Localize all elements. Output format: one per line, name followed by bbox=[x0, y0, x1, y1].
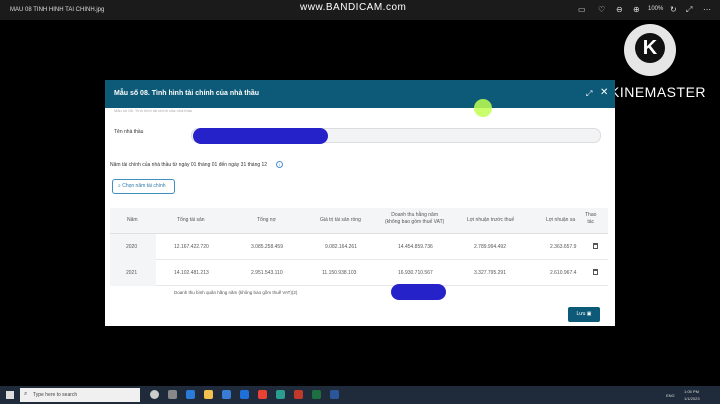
fit-icon[interactable]: ⤢ bbox=[686, 5, 692, 15]
mail-icon[interactable] bbox=[240, 390, 249, 399]
zoom-in-icon[interactable]: ⊕ bbox=[633, 5, 640, 14]
redacted-scribble bbox=[391, 284, 446, 300]
col-total-assets: Tổng tài sản bbox=[177, 217, 205, 223]
language-indicator[interactable]: ENG bbox=[666, 393, 675, 398]
col-year: Năm bbox=[127, 217, 138, 223]
task-view-icon[interactable] bbox=[168, 390, 177, 399]
contractor-name-label: Tên nhà thầu bbox=[114, 129, 144, 135]
save-icon: ▣ bbox=[586, 311, 592, 317]
choose-fiscal-year-button[interactable]: ⌕ Chọn năm tài chính bbox=[112, 179, 175, 194]
financial-table: Năm Tổng tài sản Tổng nợ Giá trị tài sản… bbox=[110, 208, 608, 302]
app-icon[interactable] bbox=[294, 390, 303, 399]
cell-total-assets: 12.167.422.720 bbox=[174, 244, 209, 250]
cell-aftertax-profit: 2.363.657.9 bbox=[550, 244, 577, 250]
viewer-title-bar: MAU 08 TINH HINH TAI CHINH.jpg www.BANDI… bbox=[0, 0, 720, 20]
taskbar-search[interactable]: ⌕ Type here to search bbox=[20, 388, 140, 402]
file-explorer-icon[interactable] bbox=[204, 390, 213, 399]
kinemaster-brand: KINEMASTER bbox=[610, 84, 707, 100]
table-row: 2020 12.167.422.720 3.085.258.459 9.082.… bbox=[110, 234, 608, 260]
more-icon[interactable]: ⋯ bbox=[703, 5, 711, 14]
app-icon[interactable] bbox=[276, 390, 285, 399]
cell-year: 2021 bbox=[126, 270, 138, 276]
edge-icon[interactable] bbox=[186, 390, 195, 399]
cell-net-assets: 11.150.938.103 bbox=[322, 270, 357, 276]
store-icon[interactable] bbox=[222, 390, 231, 399]
cell-revenue: 14.454.859.736 bbox=[398, 244, 433, 250]
col-revenue: Doanh thu hằng năm (không bao gồm thuế V… bbox=[385, 212, 445, 225]
expand-icon[interactable]: ⤢ bbox=[586, 89, 592, 99]
viewer-filename: MAU 08 TINH HINH TAI CHINH.jpg bbox=[10, 7, 105, 13]
info-icon[interactable]: i bbox=[276, 161, 283, 168]
cell-total-liabilities: 2.951.543.110 bbox=[251, 270, 283, 276]
close-icon[interactable]: ✕ bbox=[600, 87, 608, 98]
favorite-icon[interactable]: ♡ bbox=[598, 5, 605, 14]
col-total-liabilities: Tổng nợ bbox=[257, 217, 276, 223]
col-aftertax-profit: Lợi nhuận sa bbox=[546, 217, 576, 223]
cursor-highlight bbox=[474, 99, 492, 117]
clock-time: 1:05 PM bbox=[684, 389, 699, 394]
cell-net-assets: 9.082.164.261 bbox=[325, 244, 357, 250]
dialog-title: Mẫu số 08. Tình hình tài chính của nhà t… bbox=[114, 90, 260, 97]
redacted-scribble bbox=[193, 128, 328, 144]
delete-icon[interactable] bbox=[593, 243, 598, 249]
delete-icon[interactable] bbox=[593, 269, 598, 275]
bandicam-watermark: www.BANDICAM.com bbox=[300, 2, 407, 13]
table-row: 2021 14.102.481.213 2.951.543.110 11.150… bbox=[110, 260, 608, 286]
avg-revenue-label: Doanh thu bình quân hằng năm (không bao … bbox=[174, 290, 298, 295]
cell-total-assets: 14.102.481.213 bbox=[174, 270, 209, 276]
cortana-icon[interactable] bbox=[150, 390, 159, 399]
choose-fiscal-year-label: Chọn năm tài chính bbox=[122, 183, 166, 189]
cell-total-liabilities: 3.085.258.459 bbox=[251, 244, 283, 250]
cell-year: 2020 bbox=[126, 244, 138, 250]
search-icon: ⌕ bbox=[24, 391, 28, 397]
col-net-assets: Giá trị tài sản ròng bbox=[320, 217, 361, 223]
dialog-header: Mẫu số 08. Tình hình tài chính của nhà t… bbox=[105, 80, 615, 108]
windows-start-icon[interactable] bbox=[6, 391, 14, 399]
word-icon[interactable] bbox=[330, 390, 339, 399]
cell-pretax-profit: 3.327.795.291 bbox=[474, 270, 506, 276]
col-pretax-profit: Lợi nhuận trước thuế bbox=[467, 217, 515, 223]
clock-date: 1/1/2023 bbox=[684, 396, 700, 401]
cell-revenue: 16.930.710.567 bbox=[398, 270, 433, 276]
fiscal-year-note: Năm tài chính của nhà thầu từ ngày 01 th… bbox=[110, 162, 268, 168]
slideshow-icon[interactable]: ▭ bbox=[578, 5, 586, 14]
chrome-icon[interactable] bbox=[258, 390, 267, 399]
search-placeholder: Type here to search bbox=[33, 392, 78, 398]
kinemaster-k-icon: K bbox=[635, 33, 665, 63]
save-button[interactable]: Lưu ▣ bbox=[568, 307, 600, 322]
financial-status-dialog: Mẫu số 08. Tình hình tài chính của nhà t… bbox=[105, 80, 615, 326]
taskbar: ⌕ Type here to search ENG 1:05 PM 1/1/20… bbox=[0, 386, 720, 404]
rotate-icon[interactable]: ↻ bbox=[670, 5, 677, 14]
cell-aftertax-profit: 2.610.967.4 bbox=[550, 270, 577, 276]
dialog-subtitle: Mẫu số 08. Tình hình tài chính của nhà t… bbox=[114, 108, 193, 113]
cell-pretax-profit: 2.789.994.492 bbox=[474, 244, 506, 250]
zoom-level: 100% bbox=[648, 6, 664, 12]
excel-icon[interactable] bbox=[312, 390, 321, 399]
screen: MAU 08 TINH HINH TAI CHINH.jpg www.BANDI… bbox=[0, 0, 720, 404]
table-header: Năm Tổng tài sản Tổng nợ Giá trị tài sản… bbox=[110, 208, 608, 234]
col-actions: Thao tác bbox=[585, 212, 597, 225]
zoom-out-icon[interactable]: ⊖ bbox=[616, 5, 623, 14]
